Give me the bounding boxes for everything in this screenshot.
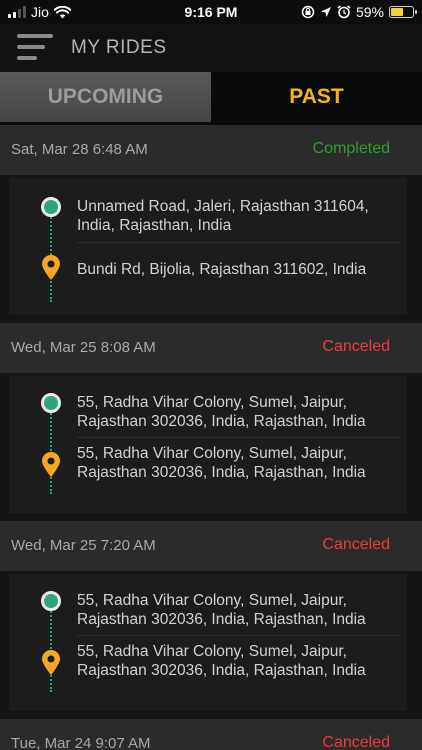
page-title: MY RIDES <box>71 37 167 58</box>
ride-date: Tue, Mar 24 9:07 AM <box>11 735 151 750</box>
tab-past[interactable]: PAST <box>211 72 422 122</box>
ride-header: Wed, Mar 25 8:08 AM Canceled <box>0 323 422 373</box>
dropoff-address: Bundi Rd, Bijolia, Rajasthan 311602, Ind… <box>77 261 367 278</box>
tab-upcoming[interactable]: UPCOMING <box>0 72 211 122</box>
app-header: MY RIDES <box>0 24 422 72</box>
ride-tabs: UPCOMING PAST <box>0 72 422 122</box>
pickup-dot-icon <box>41 393 61 413</box>
route-connector <box>50 406 52 494</box>
route-connector <box>50 604 52 692</box>
dropoff-pin-icon <box>42 255 60 280</box>
pickup-dot-icon <box>41 591 61 611</box>
pickup-address: Unnamed Road, Jaleri, Rajasthan 311604, … <box>77 198 369 234</box>
location-arrow-icon <box>320 7 331 17</box>
ride-header: Wed, Mar 25 7:20 AM Canceled <box>0 521 422 571</box>
screen-lock-icon <box>301 5 315 19</box>
divider <box>77 242 400 243</box>
ride-status-badge: Completed <box>312 140 390 157</box>
ride-card[interactable]: Wed, Mar 25 7:20 AM Canceled 55, Radha V… <box>0 521 422 719</box>
ride-card[interactable]: Tue, Mar 24 9:07 AM Canceled <box>0 719 422 750</box>
dropoff-pin-icon <box>42 452 60 477</box>
battery-percent: 59% <box>355 4 384 20</box>
alarm-icon <box>337 5 351 19</box>
pickup-address: 55, Radha Vihar Colony, Sumel, Jaipur, R… <box>77 394 366 430</box>
ride-header: Tue, Mar 24 9:07 AM Canceled <box>0 719 422 750</box>
hamburger-menu-icon[interactable] <box>17 34 53 60</box>
status-bar: Jio 9:16 PM 59% <box>0 0 422 24</box>
pickup-dot-icon <box>41 197 61 217</box>
divider <box>77 635 400 636</box>
ride-date: Sat, Mar 28 6:48 AM <box>11 141 148 158</box>
ride-date: Wed, Mar 25 7:20 AM <box>11 537 156 554</box>
ride-header: Sat, Mar 28 6:48 AM Completed <box>0 125 422 175</box>
divider <box>77 437 400 438</box>
dropoff-address: 55, Radha Vihar Colony, Sumel, Jaipur, R… <box>77 643 366 679</box>
ride-card[interactable]: Sat, Mar 28 6:48 AM Completed Unnamed Ro… <box>0 125 422 323</box>
ride-card[interactable]: Wed, Mar 25 8:08 AM Canceled 55, Radha V… <box>0 323 422 521</box>
pickup-address: 55, Radha Vihar Colony, Sumel, Jaipur, R… <box>77 592 366 628</box>
ride-status-badge: Canceled <box>322 536 390 553</box>
rides-list[interactable]: Sat, Mar 28 6:48 AM Completed Unnamed Ro… <box>0 125 422 750</box>
battery-icon <box>389 6 417 18</box>
dropoff-address: 55, Radha Vihar Colony, Sumel, Jaipur, R… <box>77 445 366 481</box>
ride-status-badge: Canceled <box>322 734 390 750</box>
dropoff-pin-icon <box>42 650 60 675</box>
ride-date: Wed, Mar 25 8:08 AM <box>11 339 156 356</box>
ride-route: Unnamed Road, Jaleri, Rajasthan 311604, … <box>0 175 422 323</box>
ride-route: 55, Radha Vihar Colony, Sumel, Jaipur, R… <box>0 373 422 521</box>
status-right: 59% <box>301 4 417 20</box>
ride-status-badge: Canceled <box>322 338 390 355</box>
ride-route: 55, Radha Vihar Colony, Sumel, Jaipur, R… <box>0 571 422 719</box>
